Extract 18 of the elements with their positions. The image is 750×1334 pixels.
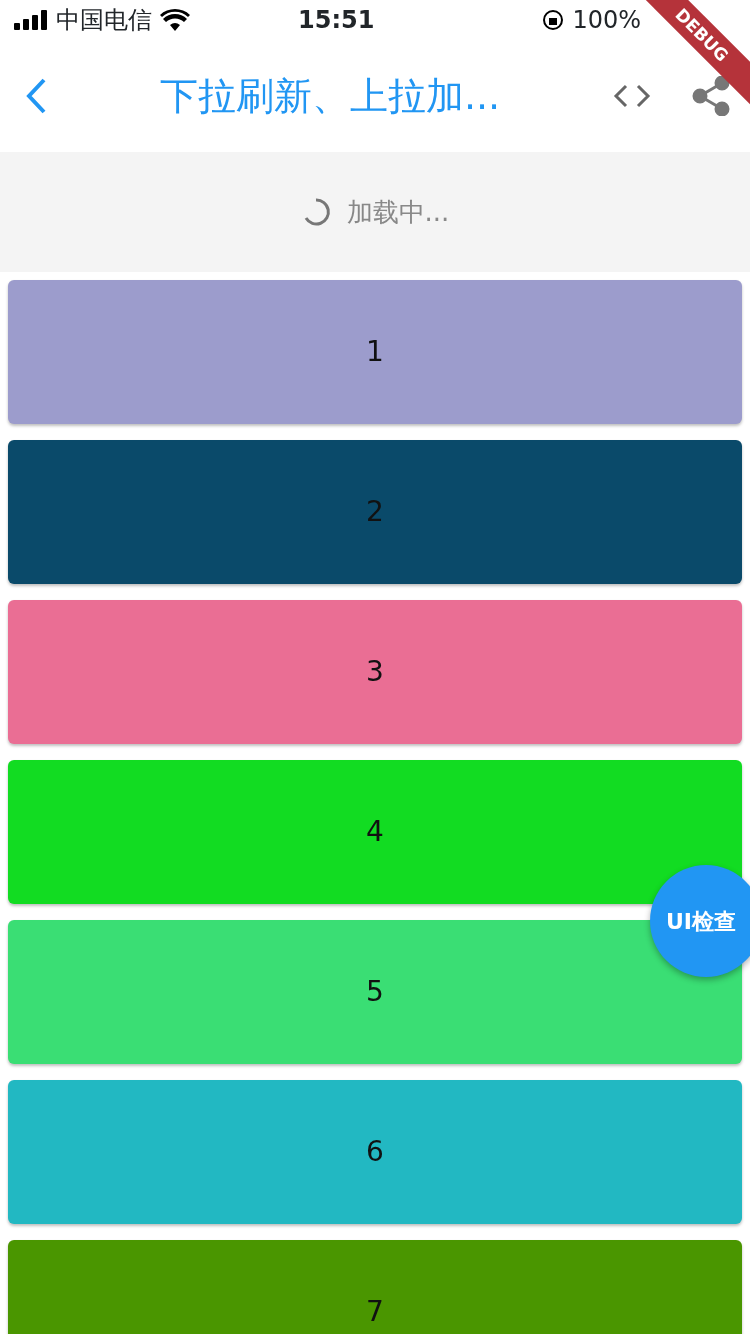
- clock-time: 15:51: [298, 5, 375, 36]
- signal-icon: [14, 10, 48, 30]
- card-number: 6: [366, 1134, 384, 1170]
- card-number: 1: [366, 334, 384, 370]
- wifi-icon: [160, 9, 190, 31]
- battery-percent: 100%: [572, 5, 641, 36]
- card-number: 7: [366, 1294, 384, 1330]
- card-number: 5: [366, 974, 384, 1010]
- card-number: 4: [366, 814, 384, 850]
- card-number: 3: [366, 654, 384, 690]
- loading-text: 加载中...: [346, 195, 450, 229]
- card-number: 2: [366, 494, 384, 530]
- back-icon[interactable]: [24, 77, 48, 115]
- code-icon[interactable]: [612, 82, 652, 110]
- share-icon[interactable]: [692, 76, 730, 116]
- rotation-lock-icon: [542, 9, 565, 31]
- carrier-name: 中国电信: [56, 5, 152, 36]
- page-title: 下拉刷新、上拉加...: [159, 73, 501, 118]
